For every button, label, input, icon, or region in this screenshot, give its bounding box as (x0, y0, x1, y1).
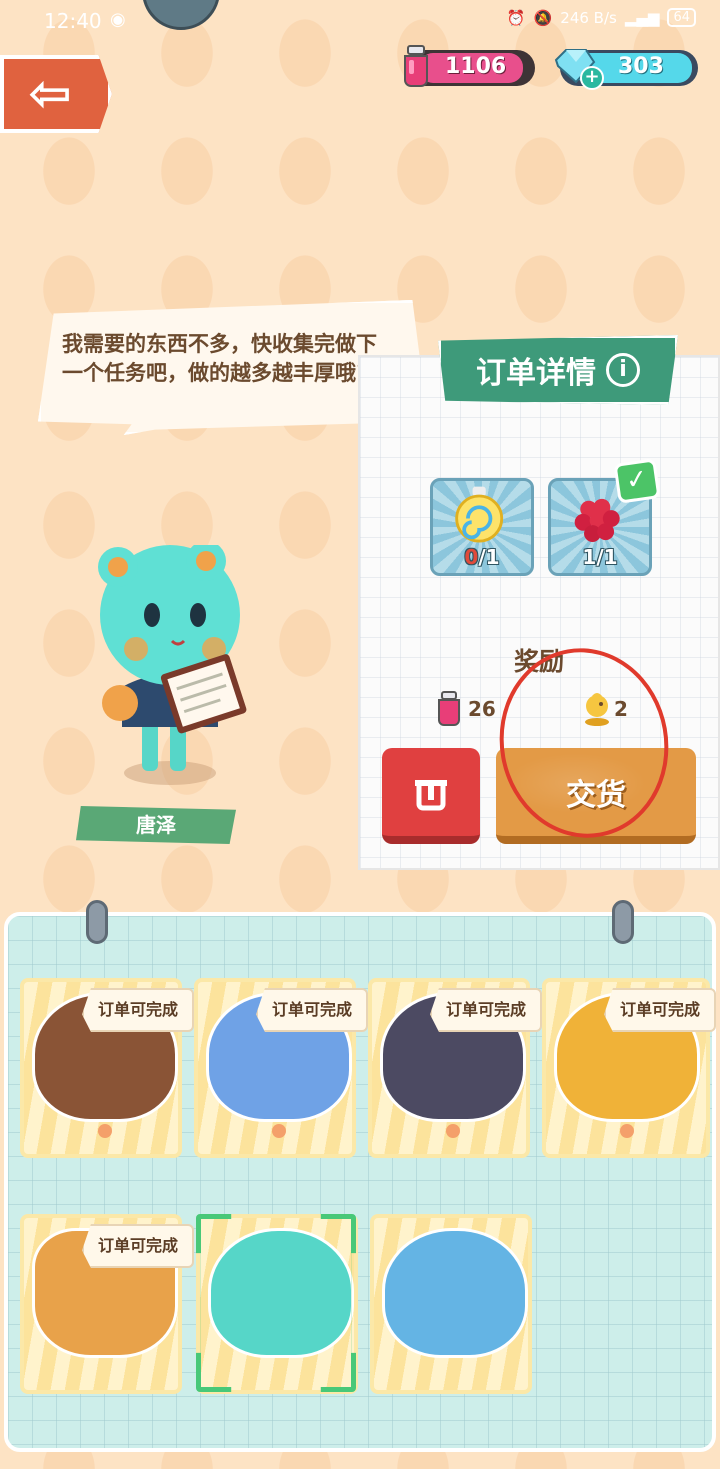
deliver-label: 交货 (566, 778, 626, 813)
chick-figure-icon (585, 693, 609, 726)
status-indicators: ⏰ 🔕 246 B/s ▂▄▆ 64 (507, 8, 696, 27)
card-indicator-dot (272, 1124, 286, 1138)
order-card-bread-roll[interactable]: 订单可完成 (20, 1214, 194, 1394)
requirement-swirl-candy[interactable]: 0/1 (430, 478, 534, 576)
npc-name-plate: 唐泽 (76, 806, 236, 844)
add-gems-icon[interactable]: + (580, 66, 604, 90)
npc-character (98, 545, 247, 785)
order-card-blue-wolf[interactable] (370, 1214, 532, 1394)
battery-indicator: 64 (667, 8, 696, 27)
order-ready-badge: 订单可完成 (604, 988, 716, 1032)
order-card-blue-cat[interactable]: 订单可完成 (194, 978, 368, 1158)
card-indicator-dot (98, 1124, 112, 1138)
binder-ring (86, 900, 108, 944)
check-icon: ✓ (613, 458, 661, 504)
order-card-bear-chef[interactable]: 订单可完成 (20, 978, 194, 1158)
order-ready-badge: 订单可完成 (256, 988, 368, 1032)
card-indicator-dot (620, 1124, 634, 1138)
ink-jar-icon (438, 691, 460, 726)
npc-dialogue: 我需要的东西不多，快收集完做下一个任务吧，做的越多越丰厚哦˜ (62, 332, 377, 385)
info-icon[interactable]: i (606, 353, 640, 387)
gem-currency[interactable]: + 303 (554, 49, 698, 90)
ink-jar-icon (404, 45, 428, 87)
order-ready-badge: 订单可完成 (430, 988, 542, 1032)
order-card-dark-horse[interactable]: 订单可完成 (368, 978, 542, 1158)
reward-ink-amount: 26 (468, 697, 496, 721)
binder-ring (612, 900, 634, 944)
ink-currency[interactable]: 1106 (404, 45, 535, 87)
status-bar: 12:40 ◉ ⏰ 🔕 246 B/s ▂▄▆ 64 (0, 0, 720, 42)
alarm-icon: ⏰ (506, 8, 526, 27)
back-button[interactable]: ⇦ (0, 55, 112, 133)
blue-wolf-portrait (382, 1228, 528, 1358)
signal-icon: ▂▄▆ (624, 8, 660, 27)
network-speed: 246 B/s (560, 8, 617, 27)
trash-icon (415, 780, 447, 811)
order-title-banner: 订单详情 i (438, 335, 678, 405)
order-title: 订单详情 (476, 356, 596, 391)
reward-figure-amount: 2 (614, 697, 628, 721)
selection-frame (196, 1214, 356, 1392)
reward-label: 奖励 (514, 647, 565, 676)
order-ready-badge: 订单可完成 (82, 1224, 194, 1268)
deliver-button[interactable]: 交货 (496, 748, 696, 844)
order-card-shiba-dog[interactable]: 订单可完成 (542, 978, 716, 1158)
card-indicator-dot (446, 1124, 460, 1138)
requirement-count: 0/1 (464, 545, 500, 569)
back-arrow-icon: ⇦ (28, 64, 72, 124)
gem-amount: 303 (618, 54, 664, 79)
eye-icon: ◉ (110, 9, 126, 30)
discard-order-button[interactable] (382, 748, 480, 844)
status-time: 12:40 (44, 9, 102, 33)
requirement-count: 1/1 (582, 545, 618, 569)
ink-amount: 1106 (445, 54, 507, 79)
mute-icon: 🔕 (533, 8, 553, 27)
order-ready-badge: 订单可完成 (82, 988, 194, 1032)
